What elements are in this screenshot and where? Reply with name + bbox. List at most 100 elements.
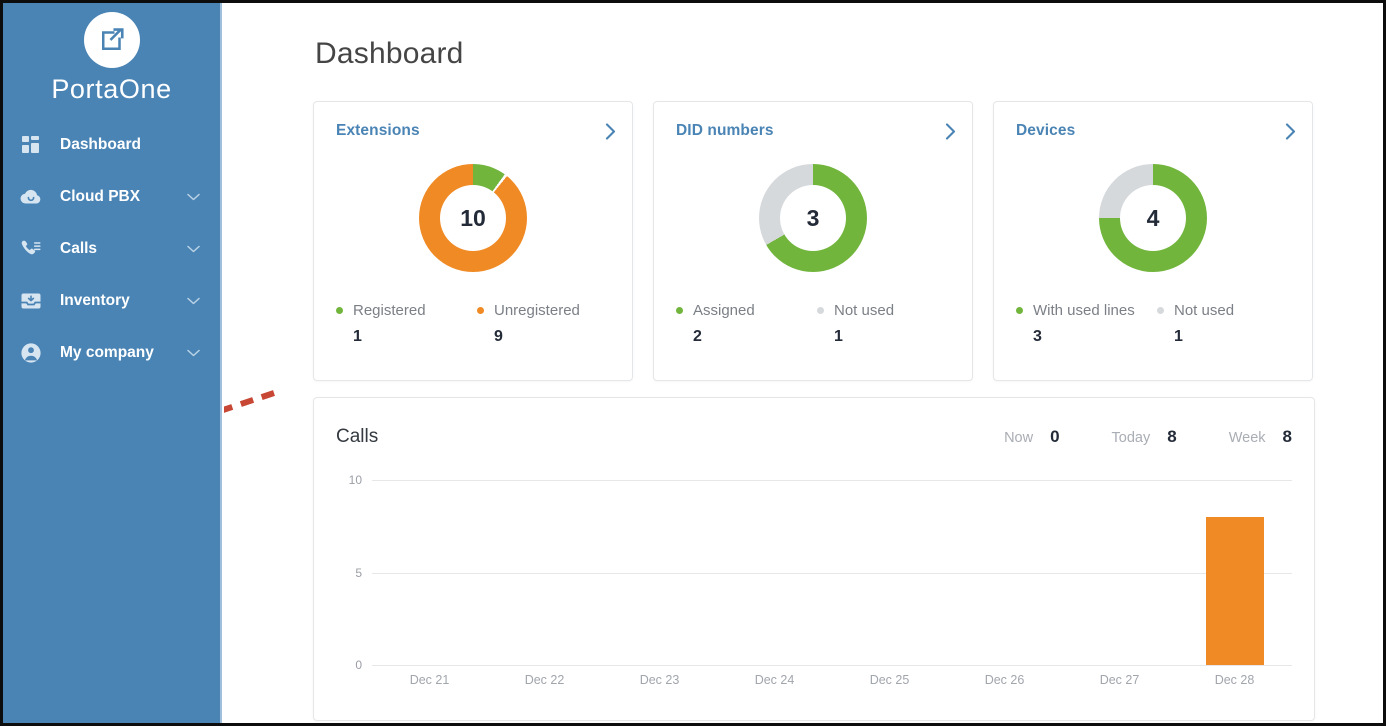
card-header: Extensions (336, 122, 616, 140)
card-extensions[interactable]: Extensions 10 Registered 1 Unregistered … (313, 101, 633, 381)
page-title: Dashboard (315, 37, 464, 70)
portaone-logo (83, 12, 140, 68)
card-title: Devices (1016, 122, 1076, 139)
inbox-tray-icon (18, 288, 44, 314)
legend-dot (1016, 307, 1023, 314)
chart-x-axis: Dec 21 Dec 22 Dec 23 Dec 24 Dec 25 Dec 26 Dec … (372, 673, 1292, 687)
sidebar-item-label: Inventory (60, 292, 130, 309)
legend-label: Not used (1174, 302, 1235, 319)
donut-center: 4 (1120, 185, 1186, 251)
chart-y-tick-label: 10 (348, 473, 362, 487)
legend-value: 1 (834, 328, 843, 345)
chevron-down-icon[interactable] (187, 344, 200, 362)
card-title: Extensions (336, 122, 420, 139)
legend-value: 2 (693, 328, 702, 345)
calls-stats: Now 0 Today 8 Week 8 (952, 427, 1292, 447)
legend-label: Assigned (693, 302, 755, 319)
card-did-numbers[interactable]: DID numbers 3 Assigned 2 Not used 1 (653, 101, 973, 381)
chevron-right-icon[interactable] (1285, 122, 1296, 140)
calls-stat-week[interactable]: Week 8 (1229, 427, 1292, 447)
calls-stat-value: 0 (1050, 427, 1060, 446)
chart-x-tick-label: Dec 27 (1099, 673, 1140, 687)
legend-entry: With used lines 3 (1016, 302, 1149, 346)
card-title: DID numbers (676, 122, 774, 139)
chart-x-tick-label: Dec 23 (639, 673, 680, 687)
chart-bar-slot[interactable] (602, 480, 717, 665)
card-devices[interactable]: Devices 4 With used lines 3 Not used 1 (993, 101, 1313, 381)
donut-ring: 10 (419, 164, 527, 272)
legend-value: 9 (494, 328, 503, 345)
brand[interactable]: PortaOne (3, 3, 220, 105)
legend-label: Unregistered (494, 302, 580, 319)
calls-header: Calls Now 0 Today 8 Week 8 (336, 426, 1292, 448)
chart-bar-slot[interactable] (832, 480, 947, 665)
cloud-pbx-icon (18, 184, 44, 210)
sidebar-item-my-company[interactable]: My company (3, 327, 220, 379)
chevron-down-icon[interactable] (187, 292, 200, 310)
card-legend: Assigned 2 Not used 1 (676, 302, 950, 346)
chart-gridline: 0 (355, 658, 1292, 672)
chevron-right-icon[interactable] (945, 122, 956, 140)
card-calls: Calls Now 0 Today 8 Week 8 10 5 0 Dec 21… (313, 397, 1315, 721)
sidebar-item-inventory[interactable]: Inventory (3, 275, 220, 327)
card-header: DID numbers (676, 122, 956, 140)
chart-bar[interactable] (1205, 517, 1264, 665)
chart-bar-slot[interactable] (717, 480, 832, 665)
sidebar: PortaOne Dashboard Cloud PBX Calls Inven… (3, 3, 222, 723)
phone-list-icon (18, 236, 44, 262)
sidebar-item-label: My company (60, 344, 154, 361)
chart-x-tick-label: Dec 25 (869, 673, 910, 687)
legend-value: 1 (1174, 328, 1183, 345)
card-legend: With used lines 3 Not used 1 (1016, 302, 1290, 346)
donut-ring: 4 (1099, 164, 1207, 272)
donut-total: 3 (806, 204, 820, 231)
chevron-down-icon[interactable] (187, 188, 200, 206)
calls-stat-label: Week (1228, 430, 1266, 446)
card-header: Devices (1016, 122, 1296, 140)
app-window: PortaOne Dashboard Cloud PBX Calls Inven… (0, 0, 1386, 726)
legend-entry: Unregistered 9 (469, 302, 610, 346)
chart-bar-slot[interactable] (487, 480, 602, 665)
legend-entry: Registered 1 (336, 302, 469, 346)
chart-bar-slot[interactable] (372, 480, 487, 665)
sidebar-item-label: Dashboard (60, 136, 141, 153)
calls-stat-label: Now (1004, 430, 1034, 446)
donut-chart-extensions: 10 (314, 164, 632, 272)
dashboard-grid-icon (18, 132, 44, 158)
chart-x-tick-label: Dec 21 (409, 673, 450, 687)
annotation-arrow (224, 390, 275, 413)
chart-bar-slot[interactable] (947, 480, 1062, 665)
sidebar-item-dashboard[interactable]: Dashboard (3, 119, 220, 171)
user-circle-icon (18, 340, 44, 366)
donut-chart-devices: 4 (994, 164, 1312, 272)
legend-dot (817, 307, 824, 314)
chevron-right-icon[interactable] (605, 122, 616, 140)
chevron-down-icon[interactable] (187, 240, 200, 258)
calls-stat-today[interactable]: Today 8 (1112, 427, 1177, 447)
chart-y-tick-label: 5 (355, 565, 362, 580)
chart-bar-slot[interactable] (1177, 480, 1292, 665)
legend-entry: Assigned 2 (676, 302, 809, 346)
legend-value: 1 (353, 328, 362, 345)
sidebar-item-label: Cloud PBX (60, 188, 141, 205)
chart-plot-area: 10 5 0 (349, 473, 1292, 672)
calls-stat-label: Today (1111, 430, 1151, 446)
main-content: Dashboard Extensions 10 Registered 1 Unr… (224, 3, 1383, 723)
legend-entry: Not used 1 (1149, 302, 1290, 346)
calls-stat-value: 8 (1282, 427, 1292, 446)
chart-bar-slot[interactable] (1062, 480, 1177, 665)
sidebar-item-cloud-pbx[interactable]: Cloud PBX (3, 171, 220, 223)
legend-dot (1157, 307, 1164, 314)
legend-label: Not used (834, 302, 895, 319)
legend-label: With used lines (1033, 302, 1135, 319)
card-legend: Registered 1 Unregistered 9 (336, 302, 610, 346)
sidebar-item-label: Calls (60, 240, 98, 257)
legend-label: Registered (353, 302, 426, 319)
donut-center: 3 (780, 185, 846, 251)
legend-entry: Not used 1 (809, 302, 950, 346)
donut-chart-did-numbers: 3 (654, 164, 972, 272)
chart-x-tick-label: Dec 26 (984, 673, 1025, 687)
calls-stat-now[interactable]: Now 0 (1004, 427, 1059, 447)
sidebar-item-calls[interactable]: Calls (3, 223, 220, 275)
calls-bar-chart: 10 5 0 Dec 21 Dec 22 Dec 23 Dec 24 Dec 25 Dec 2… (314, 468, 1314, 720)
